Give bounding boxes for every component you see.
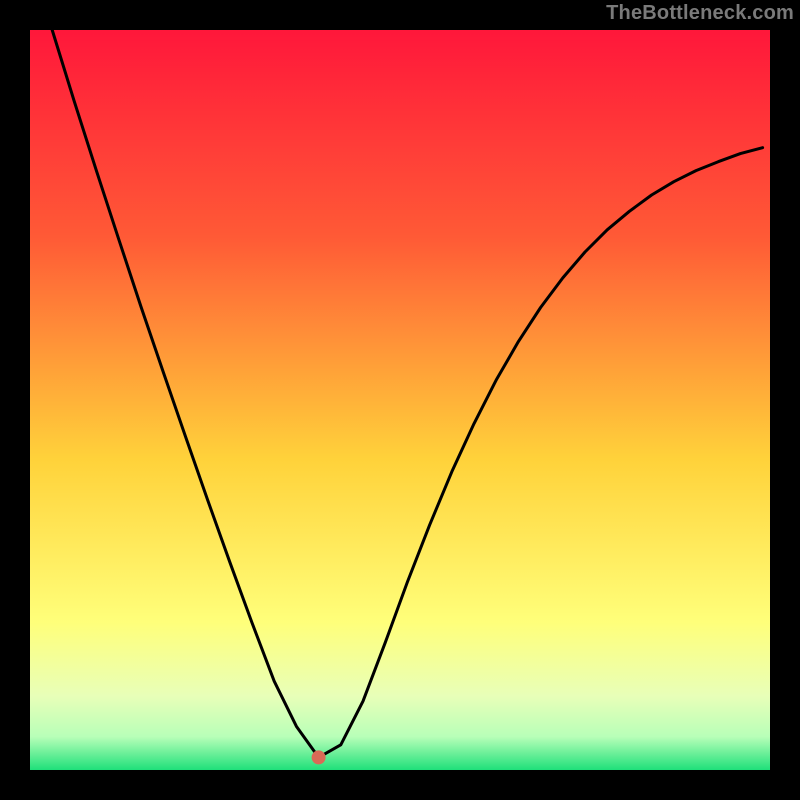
watermark-text: TheBottleneck.com xyxy=(606,2,794,25)
optimal-marker xyxy=(312,750,326,764)
plot-area xyxy=(30,30,770,770)
bottleneck-chart xyxy=(0,0,800,800)
chart-stage: TheBottleneck.com xyxy=(0,0,800,800)
